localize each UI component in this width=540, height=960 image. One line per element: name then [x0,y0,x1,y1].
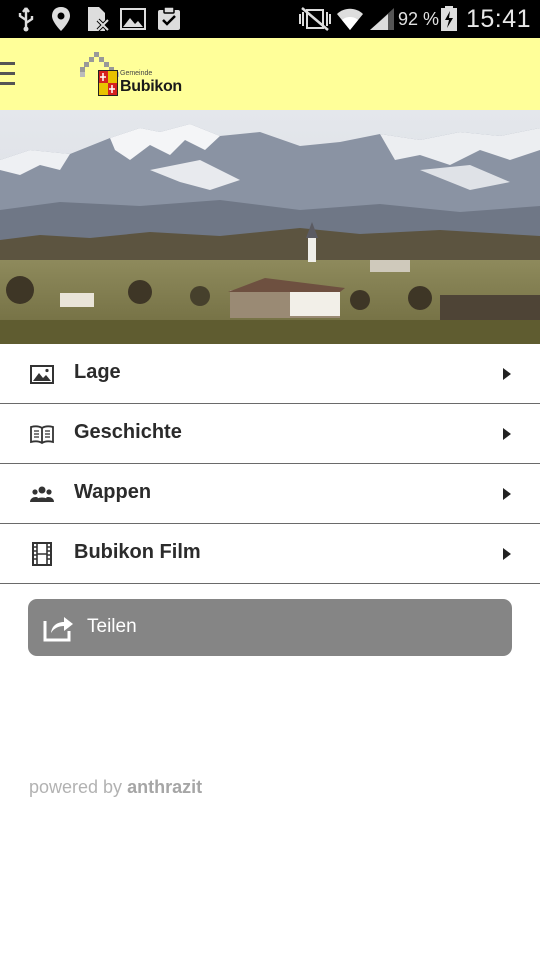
chevron-right-icon [503,548,511,560]
powered-by-prefix: powered by [29,777,123,797]
vibrate-mute-icon [299,7,331,31]
status-bar: 92 % 15:41 [0,0,540,38]
menu-item-wappen[interactable]: Wappen [0,464,540,524]
image-icon [30,365,54,384]
people-icon [30,486,54,502]
menu-item-geschichte[interactable]: Geschichte [0,404,540,464]
usb-icon [18,7,34,32]
bubikon-logo: Gemeinde Bubikon [80,50,190,100]
task-done-icon [158,6,180,30]
wifi-icon [337,8,363,30]
menu-item-label: Bubikon Film [74,541,201,563]
battery-percent: 92 % [398,9,440,29]
logo-subtitle: Gemeinde [120,70,153,77]
film-icon [32,542,52,566]
share-button[interactable]: Teilen [28,599,512,656]
signal-icon [370,8,394,30]
powered-by-brand-link[interactable]: anthrazit [127,777,202,797]
location-icon [52,7,70,31]
powered-by-text: powered by anthrazit [29,777,202,798]
gallery-icon [120,8,146,30]
chevron-right-icon [503,428,511,440]
menu-item-bubikon-film[interactable]: Bubikon Film [0,524,540,584]
battery-charging-icon [441,6,457,31]
status-time: 15:41 [466,5,532,33]
app-header: Gemeinde Bubikon [0,38,540,111]
share-label: Teilen [87,616,137,637]
hero-landscape-image [0,110,540,344]
book-icon [30,425,54,445]
main-menu-list: Lage Geschichte Wappen Bubikon Film [0,344,540,584]
menu-item-label: Geschichte [74,421,182,443]
menu-item-lage[interactable]: Lage [0,344,540,404]
menu-item-label: Wappen [74,481,152,503]
logo-title: Bubikon [120,78,182,95]
hamburger-menu-icon[interactable] [0,62,16,86]
coat-of-arms-icon [80,52,119,96]
share-icon [43,617,73,642]
chevron-right-icon [503,368,511,380]
chevron-right-icon [503,488,511,500]
sim-card-icon [88,7,110,32]
menu-item-label: Lage [74,361,121,383]
